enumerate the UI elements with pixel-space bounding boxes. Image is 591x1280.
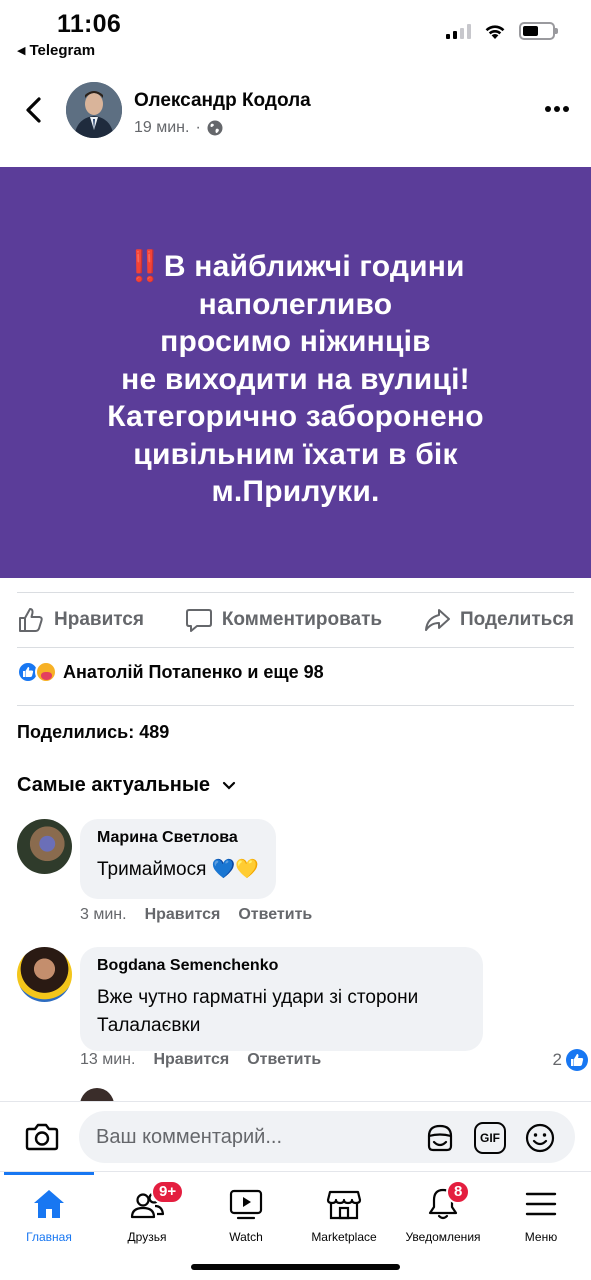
tab-label: Уведомления [405, 1230, 481, 1244]
gif-icon[interactable]: GIF [474, 1122, 506, 1154]
cellular-signal-icon [446, 23, 471, 39]
status-time: 11:06 [57, 10, 122, 38]
comment-time: 13 мин. [80, 1051, 136, 1068]
next-comment-peek [80, 1088, 500, 1102]
watch-icon [229, 1189, 263, 1220]
banner-line-5: Категорично заборонено [107, 400, 484, 434]
comment-reply-button[interactable]: Ответить [238, 906, 312, 924]
marketplace-icon [326, 1190, 362, 1220]
author-name[interactable]: Олександр Кодола [134, 90, 311, 112]
comment-sort-dropdown[interactable]: Самые актуальные [17, 774, 236, 797]
comment-time: 3 мин. [80, 906, 127, 923]
share-button[interactable]: Поделиться [423, 606, 574, 634]
comment-text-line-1: Вже чутно гарматні удари зі сторони [97, 987, 419, 1008]
menu-icon [525, 1192, 557, 1216]
like-reaction-icon [566, 1049, 588, 1071]
share-label: Поделиться [459, 609, 574, 630]
status-bar: 11:06 ◀ Telegram [0, 0, 591, 66]
meta-separator: · [195, 119, 201, 136]
comment-input[interactable] [96, 1111, 416, 1163]
back-triangle-icon: ◀ [17, 45, 26, 57]
shares-count[interactable]: Поделились: 489 [17, 722, 169, 743]
banner-line-1: ‼️В найближчі години [126, 250, 465, 284]
comment-like-button[interactable]: Нравится [145, 906, 221, 924]
like-button[interactable]: Нравится [17, 606, 144, 634]
comment-likes-count: 2 [552, 1050, 562, 1069]
post-text-banner: ‼️В найближчі години наполегливо просимо… [0, 167, 591, 578]
comment-text: Тримаймося 💙💛 [97, 859, 259, 880]
bottom-tab-bar: Главная 9+ Друзья Watch Marketplace 8 Ув… [0, 1171, 591, 1280]
home-indicator [191, 1264, 400, 1270]
commenter-name[interactable]: Марина Светлова [97, 829, 259, 847]
battery-icon [519, 22, 558, 40]
tab-label: Watch [229, 1230, 263, 1244]
back-chevron-icon[interactable] [22, 96, 46, 124]
comment-input-pill: GIF [79, 1111, 575, 1163]
tab-home[interactable]: Главная [0, 1172, 98, 1252]
commenter-name[interactable]: Bogdana Semenchenko [97, 957, 466, 975]
home-icon [34, 1190, 64, 1218]
banner-line-2: наполегливо [198, 287, 393, 321]
tab-label: Главная [26, 1230, 72, 1244]
banner-line-3: просимо ніжинців [160, 325, 431, 359]
comment-label: Комментировать [221, 609, 383, 630]
comment-composer: GIF [0, 1101, 591, 1171]
comment-like-button[interactable]: Нравится [153, 1051, 229, 1069]
post-time[interactable]: 19 мин. [134, 119, 189, 137]
friends-badge: 9+ [151, 1180, 185, 1204]
thumbs-up-icon [19, 608, 43, 632]
banner-line-7: м.Прилуки. [211, 475, 380, 509]
post-action-bar: Нравится Комментировать Поделиться [17, 592, 574, 648]
share-arrow-icon [424, 609, 450, 631]
status-icons [446, 22, 558, 40]
commenter-avatar [80, 1088, 114, 1102]
comment-likes[interactable]: 2 [553, 1049, 588, 1071]
tab-label: Меню [524, 1230, 558, 1244]
like-label: Нравится [54, 609, 144, 630]
more-options-icon[interactable] [545, 106, 569, 112]
tab-marketplace[interactable]: Marketplace [295, 1172, 393, 1252]
comment-bubble[interactable]: Марина Светлова Тримаймося 💙💛 [80, 819, 276, 899]
post-header: Олександр Кодола 19 мин. · [0, 72, 591, 152]
tab-menu[interactable]: Меню [492, 1172, 590, 1252]
post-meta: 19 мин. · [134, 119, 223, 137]
banner-text: ‼️В найближчі години наполегливо просимо… [107, 234, 484, 511]
chevron-down-icon [222, 781, 236, 790]
commenter-avatar[interactable] [17, 819, 72, 874]
comment-bubble[interactable]: Bogdana Semenchenko Вже чутно гарматні у… [80, 947, 483, 1051]
banner-line-6: цивільним їхати в бік [133, 437, 458, 471]
back-to-app-link[interactable]: ◀ Telegram [17, 42, 95, 59]
comment-button[interactable]: Комментировать [185, 606, 382, 634]
double-exclamation-icon: ‼️ [126, 250, 164, 284]
avatar-sticker-icon[interactable] [424, 1122, 456, 1154]
wifi-icon [485, 25, 505, 39]
comment-bubble-icon [185, 609, 212, 632]
reactions-summary[interactable]: Анатолій Потапенко и еще 98 [17, 661, 324, 683]
author-avatar[interactable] [66, 82, 122, 138]
tab-label: Друзья [127, 1230, 167, 1244]
banner-line-4: не виходити на вулиці! [121, 362, 470, 396]
back-app-label: Telegram [29, 42, 96, 59]
tab-notifications[interactable]: 8 Уведомления [394, 1172, 492, 1252]
gif-label: GIF [480, 1131, 500, 1145]
sort-label: Самые актуальные [17, 774, 211, 796]
notifications-badge: 8 [446, 1180, 471, 1204]
tab-label: Marketplace [311, 1230, 377, 1244]
globe-icon [207, 120, 223, 136]
camera-icon[interactable] [24, 1119, 60, 1155]
tab-watch[interactable]: Watch [197, 1172, 295, 1252]
reactions-text: Анатолій Потапенко и еще 98 [63, 661, 324, 682]
care-reaction-icon [35, 661, 57, 683]
tab-friends[interactable]: 9+ Друзья [98, 1172, 196, 1252]
comment-reply-button[interactable]: Ответить [247, 1051, 321, 1069]
commenter-avatar[interactable] [17, 947, 72, 1002]
comment-meta: 13 мин. Нравится Ответить [80, 1051, 321, 1069]
comment-text-line-2: Талалаєвки [97, 1015, 201, 1036]
comment-meta: 3 мин. Нравится Ответить [80, 906, 312, 924]
emoji-icon[interactable] [524, 1122, 556, 1154]
divider [17, 705, 574, 706]
